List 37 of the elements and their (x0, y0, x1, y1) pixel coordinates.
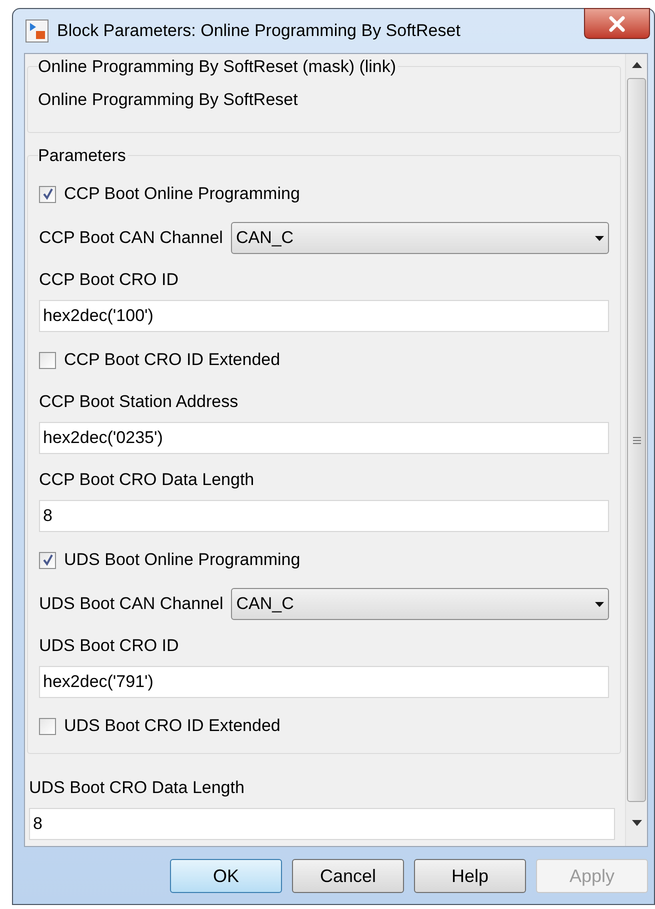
checkbox[interactable] (39, 352, 56, 369)
input-field[interactable]: hex2dec('791') (39, 666, 609, 698)
dropdown[interactable]: CAN_C (231, 588, 609, 620)
checkbox-label: CCP Boot CRO ID Extended (64, 349, 280, 372)
checkbox-label: UDS Boot Online Programming (64, 549, 300, 572)
field-label: CCP Boot Station Address (39, 391, 240, 414)
scrollbar-thumb[interactable] (627, 78, 646, 802)
close-button[interactable] (584, 8, 650, 39)
checkbox-label: CCP Boot Online Programming (64, 183, 300, 206)
close-icon (608, 16, 626, 32)
dialog-button[interactable]: Help (414, 859, 526, 893)
field-label: CCP Boot CRO ID (39, 269, 180, 292)
caret-icon (595, 236, 604, 241)
dialog-button[interactable]: Cancel (292, 859, 404, 893)
input-field[interactable]: 8 (39, 500, 609, 532)
window-title: Block Parameters: Online Programming By SoftReset (57, 20, 460, 42)
dialog-button[interactable]: OK (170, 859, 282, 893)
scroll-down-icon[interactable] (632, 820, 642, 826)
dropdown[interactable]: CAN_C (230, 222, 609, 254)
scrollbar[interactable] (625, 54, 647, 846)
block-icon (25, 19, 49, 43)
caret-icon (595, 602, 604, 607)
scroll-up-icon[interactable] (632, 62, 642, 68)
input-field[interactable]: 8 (29, 808, 615, 840)
checkbox[interactable] (39, 552, 56, 569)
input-field[interactable]: hex2dec('0235') (39, 422, 609, 454)
checkbox-label: UDS Boot CRO ID Extended (64, 715, 280, 738)
grip-icon (632, 436, 640, 444)
checkbox[interactable] (39, 186, 56, 203)
field-label: UDS Boot CAN Channel (39, 593, 224, 616)
input-field[interactable]: hex2dec('100') (39, 300, 609, 332)
field-label: UDS Boot CRO Data Length (29, 777, 246, 800)
checkbox[interactable] (39, 718, 56, 735)
field-label: UDS Boot CRO ID (39, 635, 180, 658)
field-label: CCP Boot CAN Channel (39, 227, 223, 250)
field-label: CCP Boot CRO Data Length (39, 469, 256, 492)
description-text: Online Programming By SoftReset (38, 89, 299, 111)
